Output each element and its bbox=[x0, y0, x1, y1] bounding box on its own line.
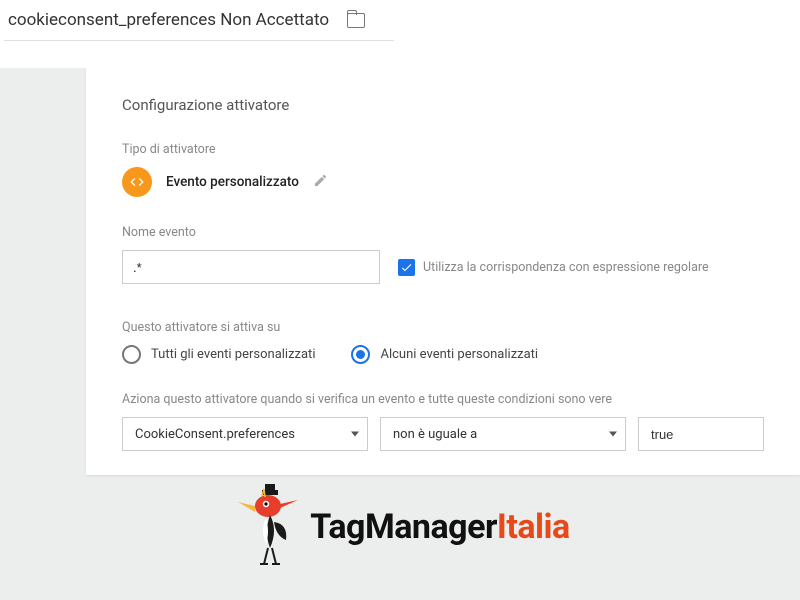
condition-label: Aziona questo attivatore quando si verif… bbox=[122, 392, 764, 407]
radio-some-events[interactable] bbox=[351, 345, 370, 364]
trigger-type-label: Tipo di attivatore bbox=[122, 142, 764, 157]
trigger-config-panel: Configurazione attivatore Tipo di attiva… bbox=[86, 68, 800, 475]
trigger-type-row: Evento personalizzato bbox=[122, 167, 764, 197]
header-bar: cookieconsent_preferences Non Accettato bbox=[4, 0, 394, 41]
radio-all-events-label: Tutti gli eventi personalizzati bbox=[151, 347, 315, 362]
chevron-down-icon bbox=[351, 432, 359, 437]
woodpecker-icon bbox=[230, 482, 308, 572]
condition-operator-value: non è uguale a bbox=[393, 427, 477, 442]
radio-some-events-label: Alcuni eventi personalizzati bbox=[380, 347, 538, 362]
trigger-title[interactable]: cookieconsent_preferences Non Accettato bbox=[8, 10, 329, 30]
folder-icon[interactable] bbox=[347, 13, 365, 28]
fires-on-row: Tutti gli eventi personalizzati Alcuni e… bbox=[122, 345, 764, 364]
logo-text-italia: Italia bbox=[497, 507, 570, 547]
event-name-label: Nome evento bbox=[122, 225, 764, 240]
logo: TagManagerItalia bbox=[0, 482, 800, 572]
logo-text-tag: TagManager bbox=[310, 507, 497, 547]
chevron-down-icon bbox=[609, 432, 617, 437]
fires-on-label: Questo attivatore si attiva su bbox=[122, 320, 764, 335]
edit-trigger-type-icon[interactable] bbox=[313, 173, 328, 192]
radio-all-events[interactable] bbox=[122, 345, 141, 364]
regex-checkbox[interactable] bbox=[398, 259, 415, 276]
condition-value-input[interactable] bbox=[638, 417, 764, 451]
condition-operator-select[interactable]: non è uguale a bbox=[380, 417, 626, 451]
condition-variable-select[interactable]: CookieConsent.preferences bbox=[122, 417, 368, 451]
condition-row: CookieConsent.preferences non è uguale a bbox=[122, 417, 764, 451]
regex-checkbox-wrap: Utilizza la corrispondenza con espressio… bbox=[398, 259, 709, 276]
trigger-type-value: Evento personalizzato bbox=[166, 174, 299, 190]
event-name-row: Utilizza la corrispondenza con espressio… bbox=[122, 250, 764, 284]
condition-variable-value: CookieConsent.preferences bbox=[135, 427, 295, 442]
custom-event-icon bbox=[122, 167, 152, 197]
panel-title: Configurazione attivatore bbox=[122, 96, 764, 114]
event-name-input[interactable] bbox=[122, 250, 380, 284]
regex-checkbox-label: Utilizza la corrispondenza con espressio… bbox=[423, 260, 709, 275]
